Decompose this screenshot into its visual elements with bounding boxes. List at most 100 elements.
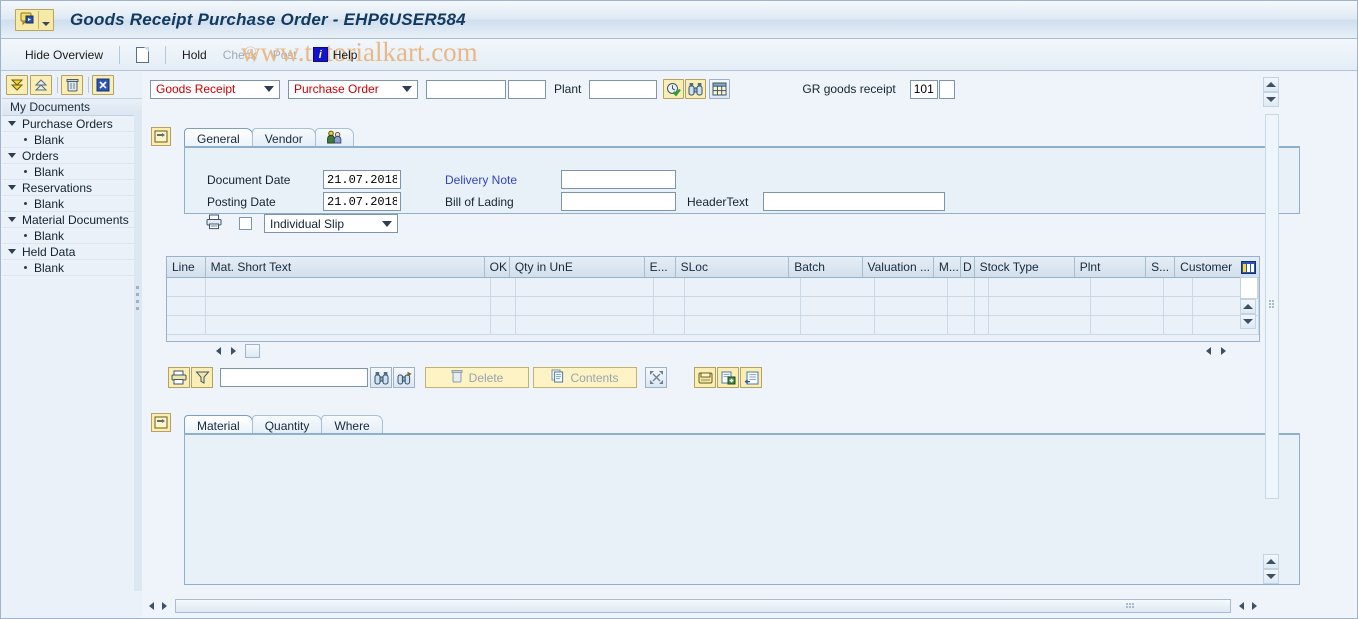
header-text-input[interactable] — [763, 192, 945, 211]
tab-quantity[interactable]: Quantity — [252, 415, 323, 435]
print-checkbox[interactable] — [239, 217, 252, 230]
table-row[interactable] — [167, 278, 1259, 297]
scroll-up-button[interactable] — [1263, 77, 1279, 92]
table-row[interactable] — [167, 297, 1259, 316]
col-s[interactable]: S... — [1146, 257, 1175, 277]
movement-code-input[interactable] — [910, 80, 938, 99]
tree-node-held-data[interactable]: Held Data — [2, 244, 142, 260]
insert-row-icon[interactable] — [717, 367, 739, 388]
caret-down-icon[interactable] — [8, 217, 16, 222]
table-hscroll-right[interactable] — [1202, 343, 1262, 358]
reference-doc-select[interactable]: Purchase Order — [288, 80, 418, 99]
table-layout-icon[interactable] — [709, 79, 730, 99]
slip-type-select[interactable]: Individual Slip — [264, 214, 398, 233]
col-stock-type[interactable]: Stock Type — [975, 257, 1075, 277]
scroll-right-button[interactable] — [158, 600, 171, 613]
col-ok[interactable]: OK — [485, 257, 510, 277]
scroll-right-button-2[interactable] — [1248, 600, 1261, 613]
system-menu-button[interactable] — [15, 9, 54, 31]
document-date-input[interactable] — [323, 170, 401, 189]
caret-down-icon[interactable] — [8, 249, 16, 254]
col-e[interactable]: E... — [645, 257, 676, 277]
scroll-up-button-2[interactable] — [1263, 554, 1279, 569]
chevron-down-icon[interactable] — [402, 86, 412, 92]
movement-type-select[interactable]: Goods Receipt — [150, 80, 280, 99]
scroll-right-button[interactable] — [227, 344, 240, 357]
plant-input[interactable] — [589, 80, 657, 99]
bill-of-lading-input[interactable] — [561, 192, 676, 211]
caret-down-icon[interactable] — [8, 185, 16, 190]
tab-material[interactable]: Material — [184, 415, 253, 435]
check-button[interactable]: Check — [215, 46, 265, 64]
help-button[interactable]: i Help — [305, 45, 366, 64]
chevron-down-icon[interactable] — [39, 10, 53, 30]
filter-icon[interactable] — [191, 367, 213, 388]
tab-general[interactable]: General — [184, 128, 253, 148]
delete-button[interactable]: Delete — [425, 367, 529, 388]
panel-splitter[interactable] — [134, 111, 142, 591]
print-list-icon[interactable] — [168, 367, 190, 388]
col-line[interactable]: Line — [167, 257, 206, 277]
binoculars-next-icon[interactable] — [393, 367, 415, 388]
tab-partners[interactable] — [315, 128, 354, 148]
tree-leaf-material-documents-blank[interactable]: Blank — [2, 228, 142, 244]
scroll-left-button[interactable] — [145, 600, 158, 613]
new-document-button[interactable] — [128, 45, 157, 65]
tree-node-orders[interactable]: Orders — [2, 148, 142, 164]
posting-date-input[interactable] — [323, 192, 401, 211]
tree-leaf-orders-blank[interactable]: Blank — [2, 164, 142, 180]
outer-vscroll-bottom[interactable] — [1263, 554, 1279, 584]
scroll-down-button[interactable] — [1263, 92, 1279, 107]
detail-collapse-button[interactable] — [151, 413, 171, 432]
col-d[interactable]: D — [961, 257, 975, 277]
execute-clock-icon[interactable] — [663, 79, 684, 99]
close-icon[interactable] — [92, 75, 114, 95]
delivery-note-input[interactable] — [561, 170, 676, 189]
caret-down-icon[interactable] — [8, 153, 16, 158]
inner-vscroll-track[interactable] — [1265, 114, 1279, 499]
caret-down-icon[interactable] — [8, 121, 16, 126]
scroll-left-button-2[interactable] — [1235, 600, 1248, 613]
chevron-down-icon[interactable] — [264, 86, 274, 92]
table-row[interactable] — [167, 316, 1259, 335]
scroll-down-button-2[interactable] — [1263, 569, 1279, 584]
tree-node-reservations[interactable]: Reservations — [2, 180, 142, 196]
scroll-left-button-2[interactable] — [1202, 344, 1215, 357]
po-number-input[interactable] — [426, 80, 506, 99]
col-sloc[interactable]: SLoc — [676, 257, 790, 277]
header-collapse-button[interactable] — [151, 127, 171, 146]
scroll-down-button[interactable] — [1240, 314, 1256, 329]
table-hscroll-thumb[interactable] — [245, 344, 260, 358]
binoculars-icon[interactable] — [685, 79, 706, 99]
hide-overview-button[interactable]: Hide Overview — [17, 46, 111, 64]
table-hscroll-left[interactable] — [212, 343, 322, 358]
col-qty-in-une[interactable]: Qty in UnE — [510, 257, 645, 277]
col-valuation[interactable]: Valuation ... — [863, 257, 934, 277]
po-item-input[interactable] — [508, 80, 546, 99]
outer-vscroll-top[interactable] — [1263, 77, 1279, 107]
scroll-right-button-2[interactable] — [1217, 344, 1230, 357]
col-batch[interactable]: Batch — [789, 257, 862, 277]
chevron-down-icon[interactable] — [382, 221, 392, 227]
tree-leaf-reservations-blank[interactable]: Blank — [2, 196, 142, 212]
collapse-all-icon[interactable] — [30, 75, 52, 95]
table-vscroll-track[interactable] — [1240, 277, 1258, 299]
column-config-icon[interactable] — [1240, 257, 1259, 277]
scroll-up-button[interactable] — [1240, 299, 1256, 314]
printer-icon[interactable] — [206, 214, 223, 233]
tree-leaf-purchase-orders-blank[interactable]: Blank — [2, 132, 142, 148]
delete-icon[interactable] — [61, 75, 83, 95]
col-plnt[interactable]: Plnt — [1075, 257, 1146, 277]
delivery-note-label[interactable]: Delivery Note — [445, 173, 517, 187]
tab-vendor[interactable]: Vendor — [252, 128, 316, 148]
splitter-grip[interactable] — [136, 286, 140, 316]
hscroll-track[interactable] — [175, 599, 1231, 613]
search-input[interactable] — [220, 368, 368, 387]
expand-all-icon[interactable] — [6, 75, 28, 95]
bottom-hscroll[interactable] — [145, 598, 1261, 614]
hold-button[interactable]: Hold — [174, 46, 215, 64]
tree-node-purchase-orders[interactable]: Purchase Orders — [2, 116, 142, 132]
expand-collapse-icon[interactable] — [645, 367, 667, 388]
detail-icon[interactable] — [740, 367, 762, 388]
tree-node-material-documents[interactable]: Material Documents — [2, 212, 142, 228]
